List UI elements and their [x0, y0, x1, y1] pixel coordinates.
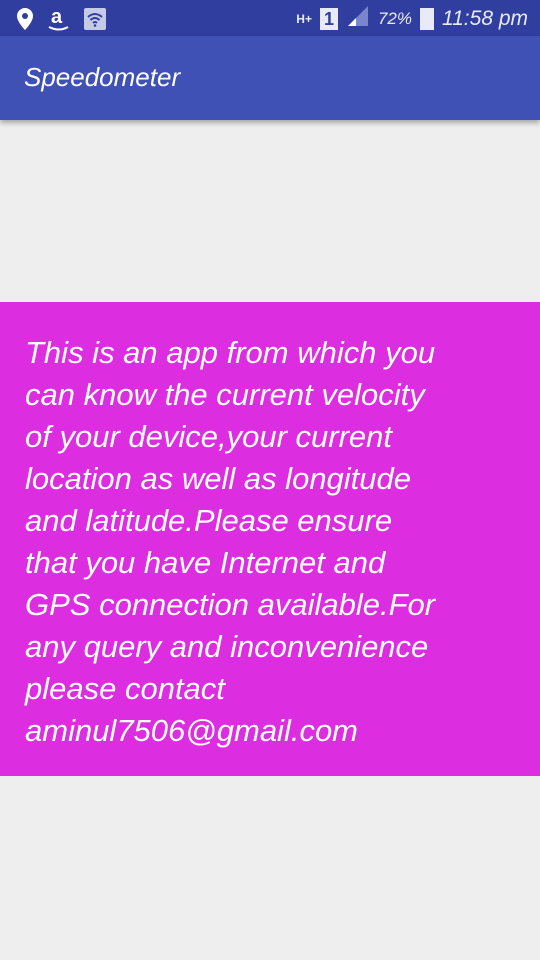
info-text-line: can know the current velocity	[25, 377, 425, 412]
contact-email: aminul7506@gmail.com	[25, 713, 359, 748]
app-title: Speedometer	[24, 62, 181, 92]
app-bar: Speedometer	[0, 36, 540, 120]
info-text-line: This is an app from which you	[25, 335, 436, 370]
info-text-line: of your device,your current	[25, 419, 393, 454]
status-bar: a H+ 1 72% 11:58 pm	[0, 0, 540, 36]
info-text-line: that you have Internet and	[25, 545, 386, 580]
svg-text:a: a	[51, 6, 63, 28]
battery-percent: 72%	[377, 9, 412, 28]
location-pin-icon	[16, 7, 34, 36]
signal-icon	[346, 4, 370, 34]
battery-icon	[420, 8, 434, 30]
h-plus-data-icon: H+	[296, 12, 312, 26]
info-text-line: GPS connection available.For	[25, 587, 436, 622]
info-text-line: and latitude.Please ensure	[25, 503, 393, 538]
wifi-icon	[84, 8, 106, 35]
amazon-icon: a	[48, 6, 70, 37]
sim-1-icon: 1	[319, 8, 338, 30]
info-card: This is an app from which you can know t…	[0, 302, 540, 776]
info-text-line: please contact	[25, 671, 225, 706]
clock: 11:58 pm	[442, 7, 528, 30]
info-text-line: any query and inconvenience	[25, 629, 429, 664]
info-text-line: location as well as longitude	[25, 461, 412, 496]
